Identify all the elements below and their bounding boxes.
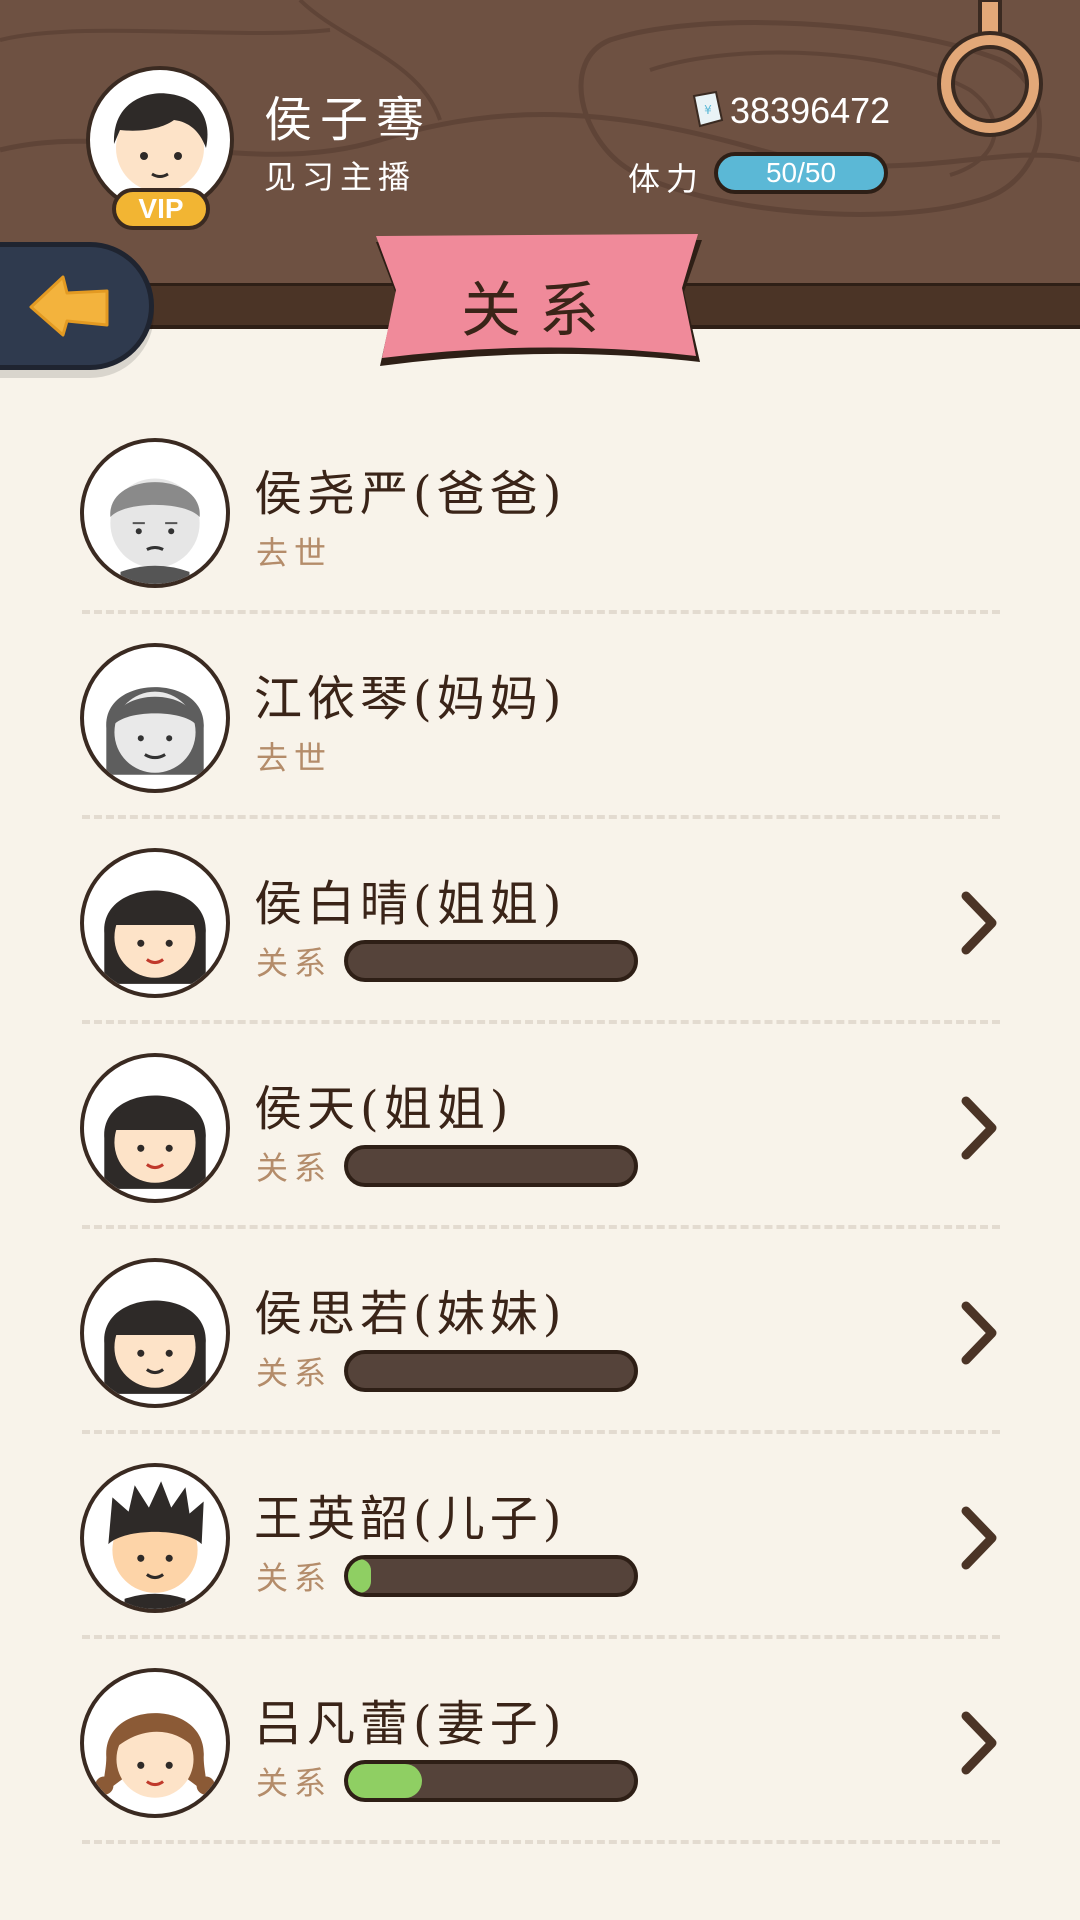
woman-black-hair-icon (104, 890, 206, 984)
relationship-bar (344, 1145, 638, 1187)
list-item: 侯尧严(爸爸) 去世 (0, 410, 1080, 615)
avatar (80, 643, 230, 793)
old-man-gray-icon (110, 478, 200, 584)
relationship-fill (348, 1764, 423, 1798)
girl-black-hair-icon (104, 1300, 206, 1394)
avatar (80, 1463, 230, 1613)
svg-text:¥: ¥ (704, 103, 712, 117)
relation-name: 侯白晴(姐姐) (254, 876, 567, 932)
back-arrow-icon (29, 275, 109, 337)
divider (82, 610, 1000, 614)
relationship-bar (344, 940, 638, 982)
relationship-label: 关系 (256, 1149, 333, 1187)
list-item[interactable]: 侯思若(妹妹) 关系 (0, 1230, 1080, 1435)
woman-brown-hair-icon (95, 1713, 215, 1798)
avatar (80, 438, 230, 588)
divider (82, 815, 1000, 819)
relationship-label: 关系 (256, 1559, 333, 1597)
relationship-label: 关系 (256, 1764, 333, 1802)
vip-badge: VIP (112, 188, 210, 230)
hanging-ring-icon[interactable] (936, 0, 1044, 140)
relation-name: 侯天(姐姐) (254, 1081, 514, 1137)
relationship-bar (344, 1760, 638, 1802)
divider (82, 1635, 1000, 1639)
stamina-bar: 50/50 (714, 152, 888, 194)
chevron-right-icon[interactable] (956, 1095, 1002, 1161)
divider (82, 1840, 1000, 1844)
list-item[interactable]: 侯天(姐姐) 关系 (0, 1025, 1080, 1230)
relationship-bar (344, 1350, 638, 1392)
divider (82, 1430, 1000, 1434)
boy-spiky-hair-icon (108, 1481, 204, 1609)
page-title: 关系 (461, 276, 617, 346)
list-item[interactable]: 侯白晴(姐姐) 关系 (0, 820, 1080, 1025)
stamina-label: 体力 (628, 160, 705, 198)
back-button[interactable] (0, 242, 154, 370)
relationship-label: 关系 (256, 1354, 333, 1392)
chevron-right-icon[interactable] (956, 1505, 1002, 1571)
relation-name: 王英韶(儿子) (254, 1491, 567, 1547)
woman-black-hair-icon (104, 1095, 206, 1189)
avatar (80, 1053, 230, 1203)
old-woman-gray-icon (106, 687, 204, 775)
player-name: 侯子骞 (264, 92, 433, 148)
avatar (80, 848, 230, 998)
list-item[interactable]: 王英韶(儿子) 关系 (0, 1435, 1080, 1640)
relation-name: 侯尧严(爸爸) (254, 466, 567, 522)
avatar (80, 1668, 230, 1818)
chevron-right-icon[interactable] (956, 1710, 1002, 1776)
list-item[interactable]: 吕凡蕾(妻子) 关系 (0, 1640, 1080, 1845)
chevron-right-icon[interactable] (956, 1300, 1002, 1366)
relationship-bar (344, 1555, 638, 1597)
money-value: 38396472 (730, 90, 891, 131)
relation-status: 去世 (256, 534, 333, 572)
relation-name: 侯思若(妹妹) (254, 1286, 567, 1342)
list-item: 江依琴(妈妈) 去世 (0, 615, 1080, 820)
relation-name: 吕凡蕾(妻子) (254, 1696, 567, 1752)
divider (82, 1020, 1000, 1024)
player-title: 见习主播 (264, 158, 417, 196)
chevron-right-icon[interactable] (956, 890, 1002, 956)
divider (82, 1225, 1000, 1229)
money-icon: ¥ (692, 90, 724, 128)
relationship-fill (348, 1559, 371, 1593)
relations-list: 侯尧严(爸爸) 去世 江依琴(妈妈) 去世 侯白晴(姐姐) 关系 侯天(姐姐) … (0, 410, 1080, 1845)
relation-name: 江依琴(妈妈) (254, 671, 567, 727)
relation-status: 去世 (256, 739, 333, 777)
relationship-label: 关系 (256, 944, 333, 982)
avatar (80, 1258, 230, 1408)
